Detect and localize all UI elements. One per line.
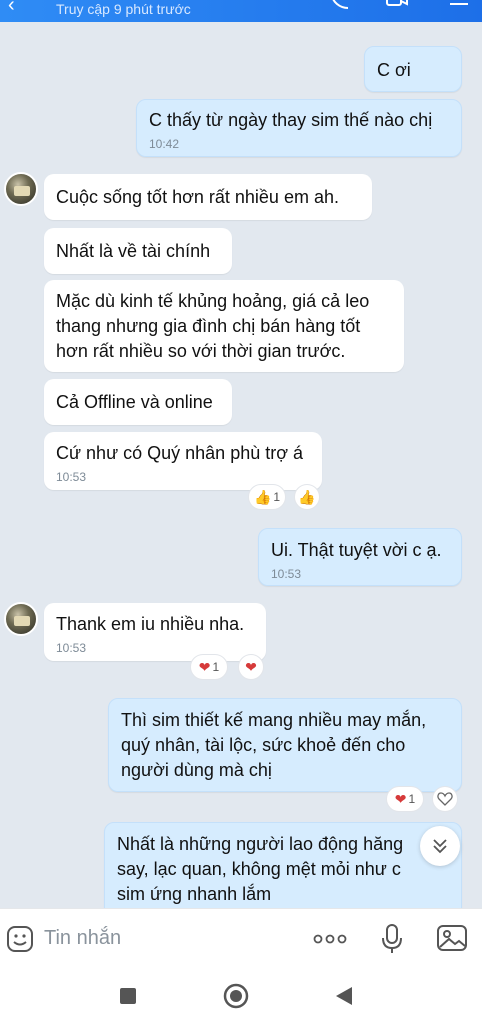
square-icon [120, 988, 136, 1004]
message-bubble-incoming[interactable]: Nhất là về tài chính [44, 228, 232, 274]
message-bubble-outgoing[interactable]: Nhất là những người lao động hăng say, l… [104, 822, 462, 908]
contact-avatar[interactable] [4, 172, 38, 206]
message-text: Thì sim thiết kế mang nhiều may mắn, quý… [121, 710, 427, 780]
message-text: Mặc dù kinh tế khủng hoảng, giá cả leo t… [56, 291, 370, 361]
message-time: 10:53 [56, 641, 87, 655]
message-bubble-incoming[interactable]: Cả Offline và online [44, 379, 232, 425]
thumbs-up-icon: 👍 [298, 488, 316, 505]
message-text: Cứ như có Quý nhân phù trợ á [56, 443, 304, 463]
reaction-summary[interactable]: ❤ 1 [386, 786, 424, 812]
microphone-icon[interactable] [380, 923, 404, 955]
heart-icon: ❤ [245, 658, 257, 675]
contact-avatar[interactable] [4, 602, 38, 636]
last-seen-status: Truy cập 9 phút trước [56, 1, 191, 17]
scroll-to-bottom-button[interactable] [420, 826, 460, 866]
message-input[interactable]: Tin nhắn [44, 927, 121, 950]
message-text: Thank em iu nhiều nha. [56, 614, 245, 634]
message-bubble-outgoing[interactable]: Ui. Thật tuyệt vời c ạ. 10:53 [258, 528, 462, 586]
reaction-count: 1 [408, 792, 416, 806]
message-bubble-incoming[interactable]: Thank em iu nhiều nha. 10:53 [44, 603, 266, 661]
thumbs-up-icon: 👍 [253, 488, 272, 505]
sticker-icon[interactable] [6, 925, 34, 953]
back-button[interactable] [330, 982, 358, 1010]
heart-react-button[interactable] [432, 786, 458, 812]
reaction-count: 1 [212, 660, 220, 674]
message-bubble-outgoing[interactable]: C thấy từ ngày thay sim thế nào chị 10:4… [136, 99, 462, 157]
message-bubble-incoming[interactable]: Cuộc sống tốt hơn rất nhiều em ah. [44, 174, 372, 220]
more-options-icon[interactable] [312, 927, 348, 951]
heart-outline-icon [437, 792, 453, 806]
reaction-summary[interactable]: ❤ 1 [190, 654, 228, 680]
message-bubble-incoming[interactable]: Cứ như có Quý nhân phù trợ á 10:53 [44, 432, 322, 490]
message-text: Ui. Thật tuyệt vời c ạ. [271, 540, 442, 560]
message-time: 10:42 [149, 137, 180, 151]
heart-react-button[interactable]: ❤ [238, 654, 264, 680]
message-text: C ơi [377, 60, 411, 80]
chat-message-list[interactable]: C ơi C thấy từ ngày thay sim thế nào chị… [0, 22, 482, 908]
chat-header: ‹ Truy cập 9 phút trước [0, 0, 482, 22]
reaction-count: 1 [273, 490, 281, 504]
back-arrow-icon[interactable]: ‹ [8, 0, 15, 17]
message-composer: Tin nhắn [0, 908, 482, 968]
message-text: Cả Offline và online [56, 392, 213, 412]
double-chevron-down-icon [433, 839, 447, 854]
like-button[interactable]: 👍 [294, 484, 320, 510]
back-triangle-icon [336, 987, 352, 1005]
reaction-summary[interactable]: 👍 1 [248, 484, 286, 510]
message-time: 10:53 [56, 470, 87, 484]
heart-icon: ❤ [394, 790, 407, 807]
message-text: Nhất là về tài chính [56, 241, 211, 261]
heart-icon: ❤ [198, 658, 211, 675]
system-navigation-bar [0, 968, 482, 1024]
message-text: C thấy từ ngày thay sim thế nào chị [149, 110, 433, 130]
video-call-icon[interactable] [386, 0, 408, 12]
list-icon[interactable] [448, 0, 470, 12]
home-button[interactable] [222, 982, 250, 1010]
message-bubble-incoming[interactable]: Mặc dù kinh tế khủng hoảng, giá cả leo t… [44, 280, 404, 372]
message-text: Nhất là những người lao động hăng say, l… [117, 834, 404, 904]
message-text: Cuộc sống tốt hơn rất nhiều em ah. [56, 187, 339, 207]
message-bubble-outgoing[interactable]: Thì sim thiết kế mang nhiều may mắn, quý… [108, 698, 462, 792]
message-bubble-outgoing[interactable]: C ơi [364, 46, 462, 92]
message-time: 10:53 [271, 567, 302, 581]
image-gallery-icon[interactable] [436, 923, 468, 953]
recent-apps-button[interactable] [114, 982, 142, 1010]
phone-call-icon[interactable] [328, 0, 350, 12]
home-circle-icon [223, 983, 249, 1009]
